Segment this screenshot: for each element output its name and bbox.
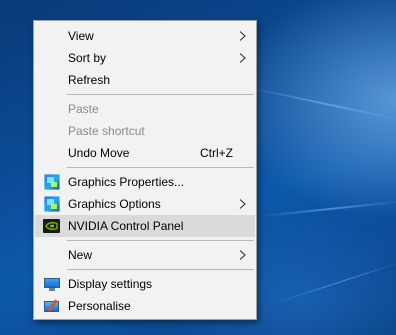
menu-item-sort-by[interactable]: Sort by: [35, 47, 255, 69]
desktop-context-menu: View Sort by Refresh Paste Paste shortcu…: [33, 20, 257, 320]
menu-item-label: NVIDIA Control Panel: [68, 219, 184, 233]
chevron-right-icon: [239, 53, 246, 63]
menu-item-graphics-properties[interactable]: Graphics Properties...: [35, 171, 255, 193]
menu-separator: [67, 94, 254, 95]
menu-item-label: Paste: [68, 102, 99, 116]
menu-item-nvidia-control-panel[interactable]: NVIDIA Control Panel: [35, 215, 255, 237]
personalise-icon: [43, 298, 60, 314]
menu-item-label: Undo Move: [68, 146, 130, 160]
menu-item-label: Personalise: [68, 299, 131, 313]
menu-separator: [67, 167, 254, 168]
menu-item-label: Refresh: [68, 73, 111, 87]
menu-item-paste-shortcut: Paste shortcut: [35, 120, 255, 142]
menu-item-undo-move[interactable]: Undo Move Ctrl+Z: [35, 142, 255, 164]
menu-item-personalise[interactable]: Personalise: [35, 295, 255, 317]
menu-item-refresh[interactable]: Refresh: [35, 69, 255, 91]
menu-item-label: Paste shortcut: [68, 124, 145, 138]
chevron-right-icon: [239, 250, 246, 260]
menu-item-display-settings[interactable]: Display settings: [35, 273, 255, 295]
menu-item-label: Graphics Properties...: [68, 175, 185, 189]
chevron-right-icon: [239, 31, 246, 41]
chevron-right-icon: [239, 199, 246, 209]
menu-item-view[interactable]: View: [35, 25, 255, 47]
intel-graphics-icon: [43, 174, 60, 190]
display-settings-icon: [43, 277, 60, 291]
menu-item-label: Sort by: [68, 51, 107, 65]
menu-separator: [67, 269, 254, 270]
menu-item-paste: Paste: [35, 98, 255, 120]
wallpaper-light-beam: [249, 86, 396, 122]
nvidia-icon: [43, 219, 60, 233]
intel-graphics-icon: [43, 196, 60, 212]
menu-item-label: New: [68, 248, 93, 262]
menu-item-new[interactable]: New: [35, 244, 255, 266]
menu-item-label: Graphics Options: [68, 197, 161, 211]
wallpaper-light-beam: [256, 200, 396, 218]
wallpaper-light-beam: [272, 260, 396, 305]
menu-item-graphics-options[interactable]: Graphics Options: [35, 193, 255, 215]
keyboard-shortcut: Ctrl+Z: [200, 146, 233, 160]
menu-item-label: View: [68, 29, 94, 43]
menu-separator: [67, 240, 254, 241]
menu-item-label: Display settings: [68, 277, 153, 291]
